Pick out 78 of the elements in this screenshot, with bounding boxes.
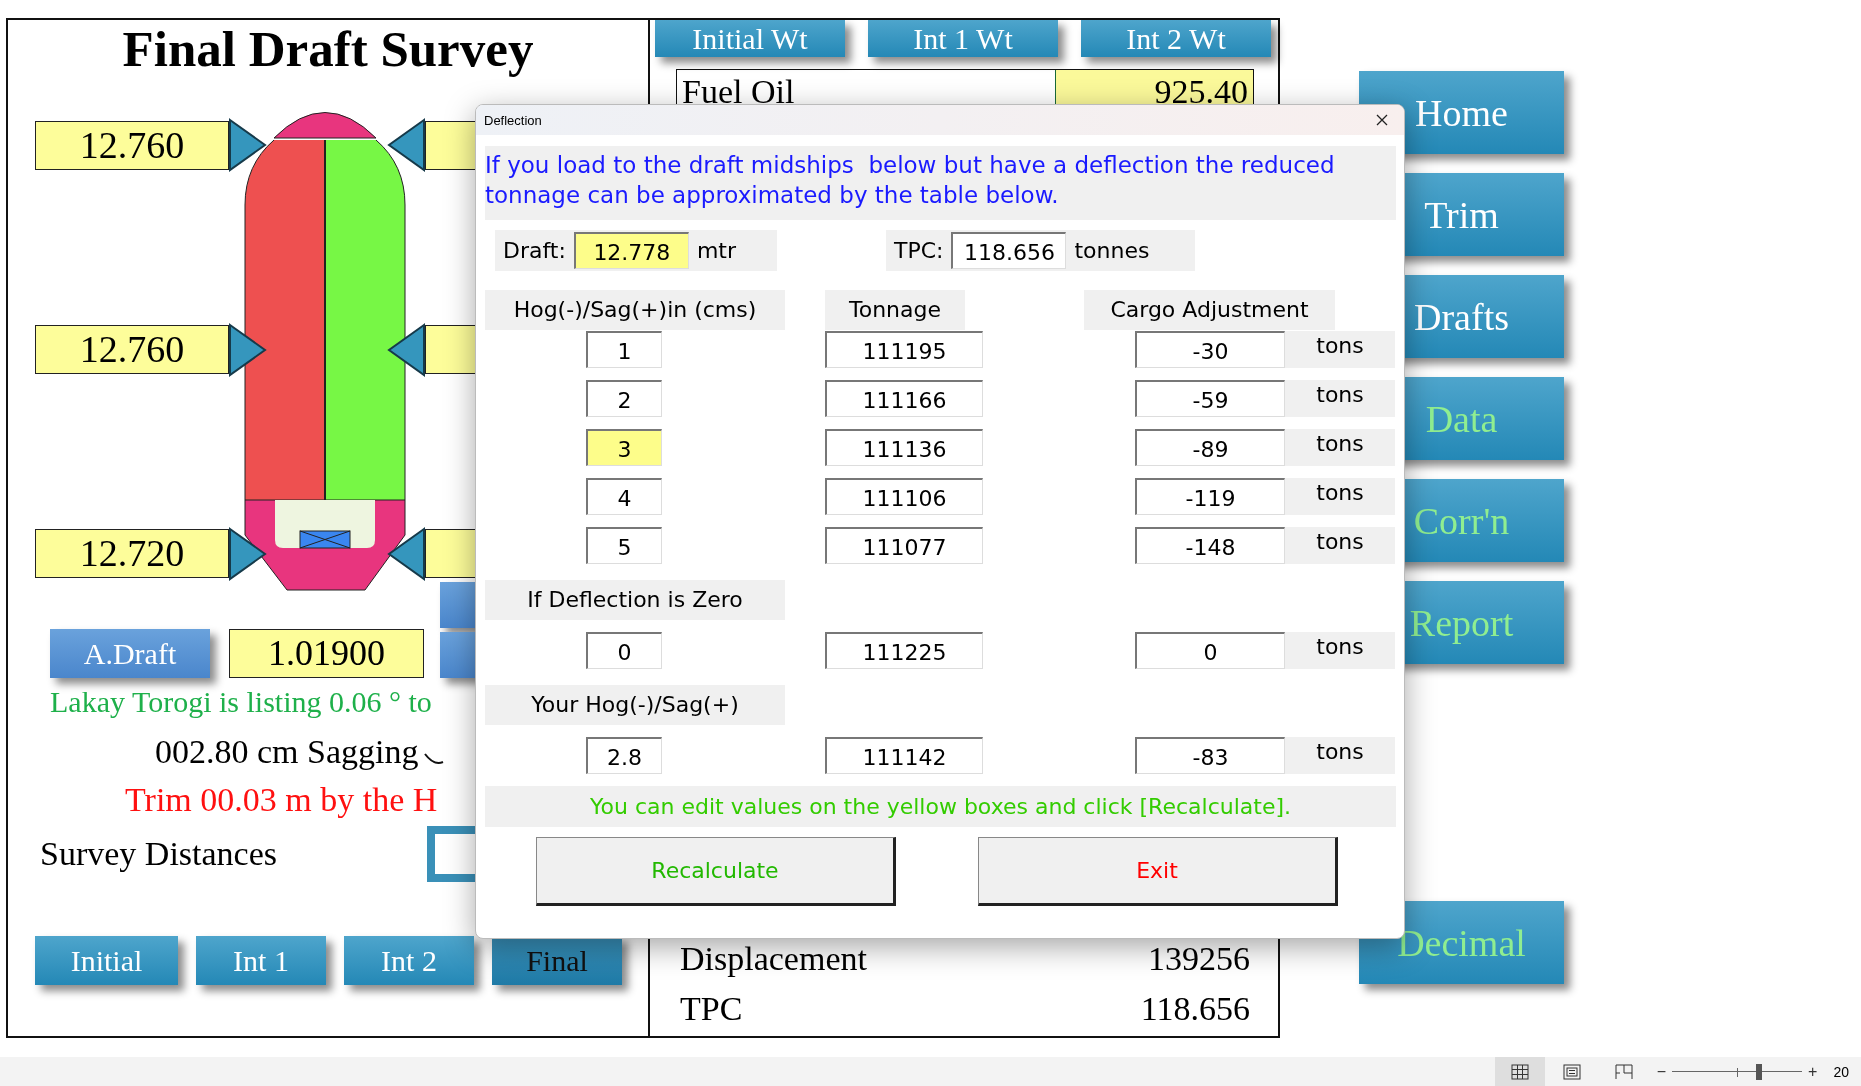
- summary-label: Displacement: [680, 939, 867, 979]
- summary-value: 118.656: [1140, 989, 1250, 1029]
- intro-text: If you load to the draft midships below but have a deflection the reduced tonnage can be approximated by the table below.: [485, 146, 1396, 220]
- hog-field[interactable]: 4: [586, 478, 662, 515]
- summary-label: TPC: [680, 989, 743, 1029]
- stage-button[interactable]: Final: [492, 936, 622, 985]
- section-label: Your Hog(-)/Sag(+): [485, 685, 785, 725]
- column-header: Hog(-)/Sag(+)in (cms): [485, 290, 785, 330]
- sheet-title: Final Draft Survey: [121, 20, 535, 78]
- unit-label: tons: [1285, 632, 1395, 669]
- hog-field[interactable]: 2.8: [586, 737, 662, 774]
- unit-label: tons: [1285, 527, 1395, 564]
- unit-label: tons: [1285, 737, 1395, 774]
- weight-button[interactable]: Initial Wt: [655, 20, 845, 57]
- tonnage-field: 111142: [825, 737, 983, 774]
- unit-label: tons: [1285, 331, 1395, 368]
- tonnage-field: 111225: [825, 632, 983, 669]
- draft-field[interactable]: 12.760: [35, 121, 229, 170]
- close-icon[interactable]: [1376, 114, 1388, 126]
- sag-curve-icon: [424, 752, 445, 766]
- tonnage-field: 111195: [825, 331, 983, 368]
- adjustment-field: -59: [1135, 380, 1285, 417]
- dialog-title: Deflection: [484, 112, 542, 128]
- column-header: Tonnage: [825, 290, 965, 330]
- recalculate-button[interactable]: Recalculate: [536, 837, 896, 906]
- unit-label: mtr: [696, 238, 736, 263]
- adjustment-field: -30: [1135, 331, 1285, 368]
- adjustment-field: -148: [1135, 527, 1285, 564]
- adjustment-field: 0: [1135, 632, 1285, 669]
- tonnage-field: 111166: [825, 380, 983, 417]
- stage-button[interactable]: Int 1: [196, 936, 326, 985]
- summary-value: 139256: [1148, 939, 1250, 979]
- unit-label: tons: [1285, 380, 1395, 417]
- a-draft-button[interactable]: A.Draft: [50, 629, 210, 678]
- survey-distances-label: Survey Distances: [40, 835, 277, 873]
- hog-field[interactable]: 2: [586, 380, 662, 417]
- draft-field[interactable]: 12.720: [35, 529, 229, 578]
- listing-text: Lakay Torogi is listing 0.06 ° to: [50, 684, 432, 720]
- tonnage-field: 111136: [825, 429, 983, 466]
- field-label: Draft:: [503, 238, 566, 263]
- exit-button[interactable]: Exit: [978, 837, 1338, 906]
- unit-label: tons: [1285, 478, 1395, 515]
- grid-view-button[interactable]: [1494, 1057, 1545, 1086]
- column-header: Cargo Adjustment: [1084, 290, 1335, 330]
- weight-button[interactable]: Int 1 Wt: [868, 20, 1058, 57]
- page-break-icon: [1614, 1063, 1633, 1080]
- draft-field[interactable]: 12.778: [573, 232, 689, 269]
- hog-field[interactable]: 0: [586, 632, 662, 669]
- grid-icon: [1510, 1063, 1529, 1080]
- fuel-oil-label: Fuel Oil: [681, 72, 796, 105]
- draft-field[interactable]: 12.760: [35, 325, 229, 374]
- page-icon: [1562, 1063, 1581, 1080]
- zoom-thumb[interactable]: [1756, 1063, 1763, 1080]
- adjustment-field: -83: [1135, 737, 1285, 774]
- unit-label: tonnes: [1074, 238, 1150, 263]
- adjustment-field: -89: [1135, 429, 1285, 466]
- tonnage-field: 111106: [825, 478, 983, 515]
- unit-label: tons: [1285, 429, 1395, 466]
- tonnage-field: 111077: [825, 527, 983, 564]
- zoom-out-button[interactable]: −: [1656, 1062, 1667, 1081]
- section-label: If Deflection is Zero: [485, 580, 785, 620]
- trim-text: Trim 00.03 m by the H: [125, 780, 438, 820]
- hog-field[interactable]: 5: [586, 527, 662, 564]
- weight-button[interactable]: Int 2 Wt: [1081, 20, 1271, 57]
- field-label: TPC:: [894, 238, 944, 263]
- stage-button[interactable]: Initial: [35, 936, 178, 985]
- nav-button[interactable]: Decimal: [1359, 901, 1564, 984]
- sagging-text: 002.80 cm Sagging: [155, 733, 419, 771]
- zoom-level-text: 20: [1833, 1063, 1849, 1080]
- a-draft-field[interactable]: 1.01900: [229, 629, 424, 678]
- hog-field[interactable]: 1: [586, 331, 662, 368]
- hint-text: You can edit values on the yellow boxes and click [Recalculate].: [485, 786, 1396, 827]
- adjustment-field: -119: [1135, 478, 1285, 515]
- stage-button[interactable]: Int 2: [344, 936, 474, 985]
- zoom-in-button[interactable]: +: [1808, 1062, 1818, 1081]
- tpc-field[interactable]: 118.656: [951, 232, 1067, 269]
- hog-field[interactable]: 3: [586, 429, 662, 466]
- fuel-oil-field[interactable]: 925.40: [1054, 70, 1253, 105]
